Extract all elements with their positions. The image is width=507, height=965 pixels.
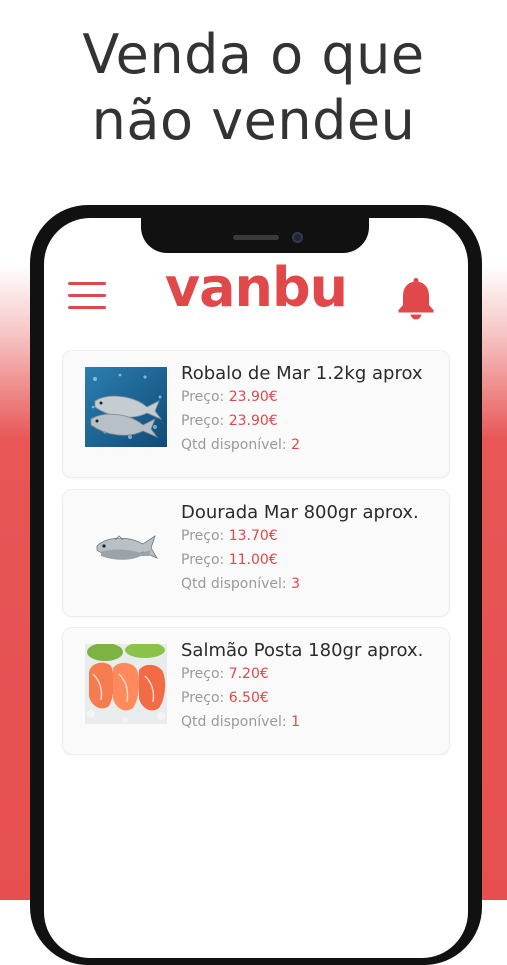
quantity-value: 2 (291, 437, 301, 453)
front-camera (292, 232, 303, 243)
product-card[interactable]: Salmão Posta 180gr aprox. Preço: 7.20€ P… (62, 627, 450, 755)
product-image-salmon (85, 644, 167, 724)
product-image-seabream (85, 506, 167, 586)
quantity-row: Qtd disponível: 2 (181, 437, 301, 453)
product-title: Salmão Posta 180gr aprox. (181, 640, 424, 661)
promo-headline: Venda o que não vendeu (0, 22, 507, 154)
quantity-value: 3 (291, 576, 301, 592)
product-image-seabass (85, 367, 167, 447)
original-price: 7.20€ (228, 666, 269, 682)
current-price-row: Preço: 11.00€ (181, 552, 278, 568)
bell-icon[interactable] (396, 276, 436, 320)
original-price-row: Preço: 23.90€ (181, 389, 278, 405)
quantity-row: Qtd disponível: 1 (181, 714, 301, 730)
original-price-row: Preço: 13.70€ (181, 528, 278, 544)
product-card[interactable]: Robalo de Mar 1.2kg aprox Preço: 23.90€ … (62, 350, 450, 478)
current-price-row: Preço: 23.90€ (181, 413, 278, 429)
product-card[interactable]: Dourada Mar 800gr aprox. Preço: 13.70€ P… (62, 489, 450, 617)
current-price-row: Preço: 6.50€ (181, 690, 269, 706)
original-price-row: Preço: 7.20€ (181, 666, 269, 682)
product-title: Dourada Mar 800gr aprox. (181, 502, 419, 523)
headline-line-1: Venda o que (82, 23, 425, 86)
original-price: 13.70€ (228, 528, 278, 544)
quantity-value: 1 (291, 714, 301, 730)
phone-speaker (233, 235, 279, 240)
current-price: 23.90€ (228, 413, 278, 429)
phone-notch (141, 205, 369, 253)
headline-line-2: não vendeu (91, 89, 416, 152)
app-screen: vanbu Robalo de Mar 1.2kg aprox Preço: 2… (44, 218, 468, 958)
quantity-row: Qtd disponível: 3 (181, 576, 301, 592)
current-price: 11.00€ (228, 552, 278, 568)
original-price: 23.90€ (228, 389, 278, 405)
current-price: 6.50€ (228, 690, 269, 706)
product-title: Robalo de Mar 1.2kg aprox (181, 363, 423, 384)
